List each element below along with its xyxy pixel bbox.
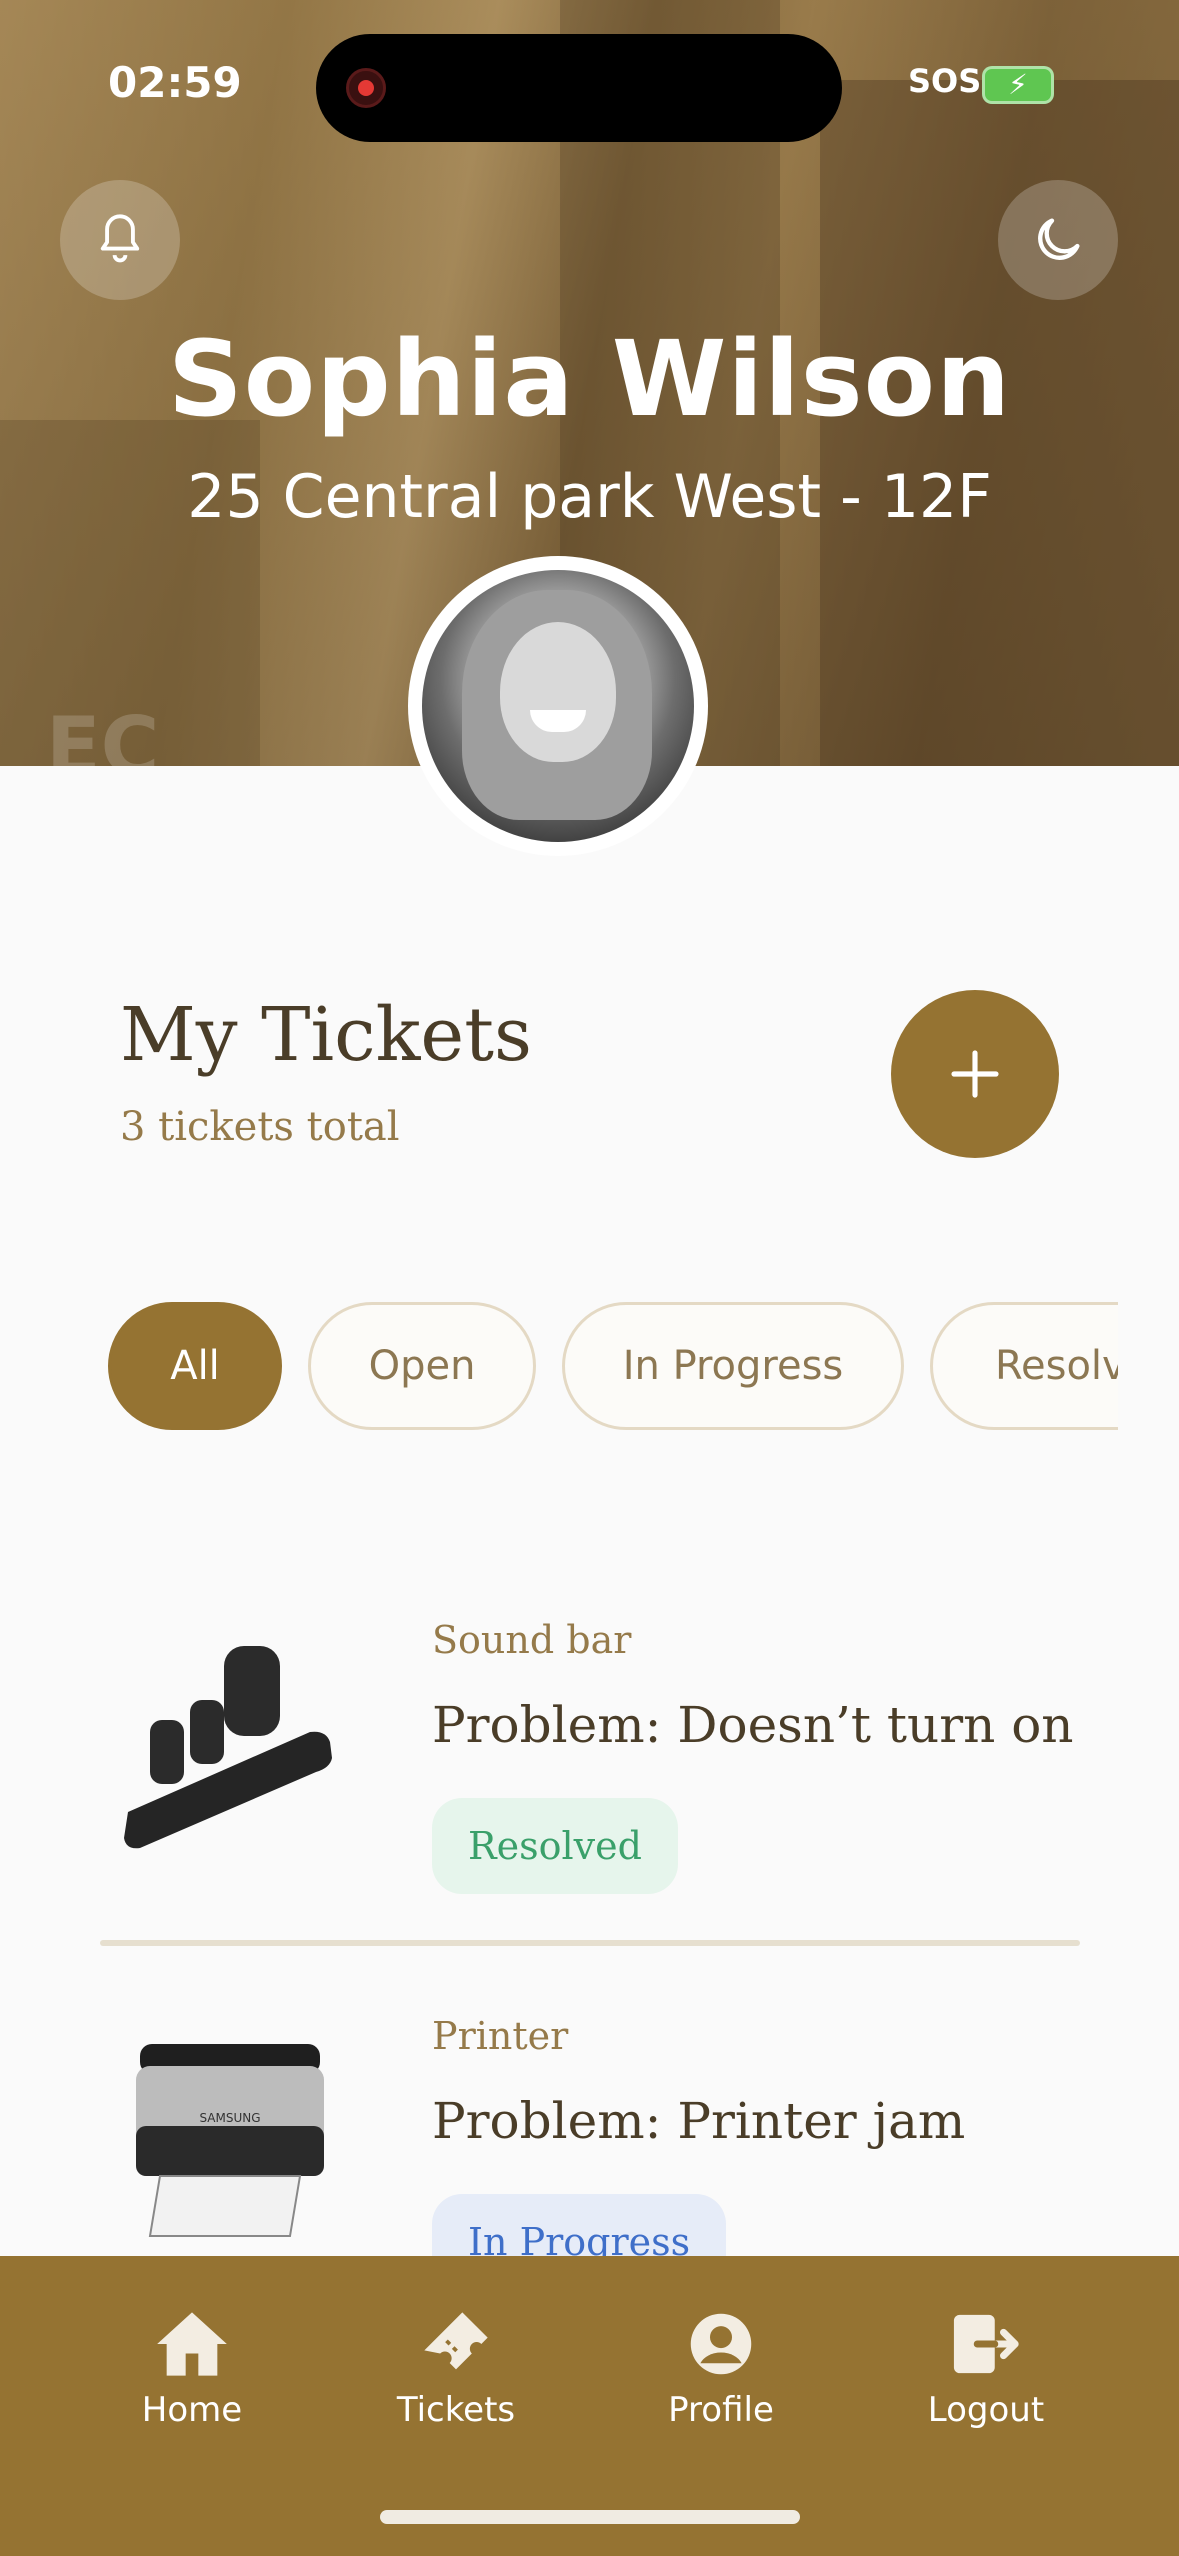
dark-mode-button[interactable] xyxy=(998,180,1118,300)
status-badge: In Progress xyxy=(432,2194,727,2256)
ticket-title: Problem: Printer jam xyxy=(432,2092,966,2150)
tab-profile[interactable]: Profile xyxy=(621,2304,821,2430)
user-name: Sophia Wilson xyxy=(167,318,1012,440)
ticket-category: Sound bar xyxy=(432,1618,632,1662)
profile-icon xyxy=(690,2313,752,2375)
ticket-divider xyxy=(100,1940,1080,1946)
home-indicator xyxy=(380,2510,800,2524)
notifications-button[interactable] xyxy=(60,180,180,300)
tab-profile-label: Profile xyxy=(668,2390,774,2430)
tab-tickets[interactable]: Tickets xyxy=(356,2304,556,2430)
tab-logout[interactable]: Logout xyxy=(886,2304,1086,2430)
sound-bar-image xyxy=(124,1646,332,1849)
battery-icon: ⚡ xyxy=(982,66,1054,104)
filter-chip-in-progress[interactable]: In Progress xyxy=(562,1302,904,1430)
filter-chips: All Open In Progress Resolv xyxy=(108,1302,1118,1432)
hero-watermark: EC xyxy=(46,700,160,766)
ticket-title: Problem: Doesn’t turn on xyxy=(432,1696,1074,1754)
filter-chip-open[interactable]: Open xyxy=(308,1302,536,1430)
ticket-card[interactable]: Sound bar Problem: Doesn’t turn on Resol… xyxy=(100,1600,1080,1900)
moon-icon xyxy=(1038,218,1080,260)
filter-chip-resolved[interactable]: Resolv xyxy=(930,1302,1118,1430)
tickets-count: 3 tickets total xyxy=(120,1104,400,1150)
section-title: My Tickets xyxy=(120,992,532,1078)
status-badge: Resolved xyxy=(432,1798,678,1894)
dynamic-island xyxy=(316,34,842,142)
tab-home[interactable]: Home xyxy=(92,2304,292,2430)
filter-chip-all[interactable]: All xyxy=(108,1302,282,1430)
home-icon xyxy=(157,2312,227,2376)
ticket-card[interactable]: SAMSUNG Printer Problem: Printer jam In … xyxy=(100,1996,1080,2256)
recording-icon xyxy=(346,68,386,108)
logout-icon xyxy=(953,2314,1019,2374)
sos-indicator: SOS xyxy=(908,62,982,100)
tab-logout-label: Logout xyxy=(927,2390,1045,2430)
ticket-icon xyxy=(424,2312,488,2370)
avatar-photo xyxy=(422,570,694,842)
plus-icon xyxy=(951,1050,999,1098)
tab-home-label: Home xyxy=(141,2390,243,2430)
add-ticket-button[interactable] xyxy=(891,990,1059,1158)
status-time: 02:59 xyxy=(108,58,242,107)
printer-brand: SAMSUNG xyxy=(199,2111,260,2125)
user-address: 25 Central park West - 12F xyxy=(187,462,992,532)
bell-icon xyxy=(100,214,140,263)
printer-image: SAMSUNG xyxy=(136,2044,324,2237)
avatar xyxy=(408,556,708,856)
ticket-category: Printer xyxy=(432,2014,569,2058)
tab-tickets-label: Tickets xyxy=(396,2390,516,2430)
